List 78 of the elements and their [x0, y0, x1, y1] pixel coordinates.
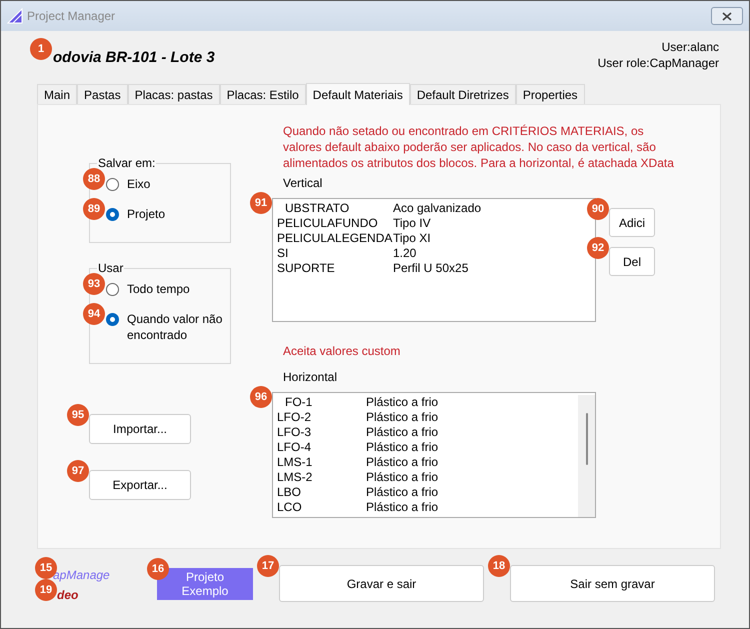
list-value: Plástico a frio — [366, 425, 438, 440]
radio-button[interactable] — [106, 178, 119, 191]
list-key: PELICULAFUNDO — [277, 216, 393, 231]
number-badge: 18 — [488, 555, 510, 577]
number-badge: 88 — [83, 168, 105, 190]
group-legend: Usar — [97, 261, 124, 275]
number-badge: 92 — [587, 237, 609, 259]
custom-note: Aceita valores custom — [283, 343, 402, 360]
number-badge: 94 — [83, 303, 105, 325]
radio-label: Eixo — [127, 176, 152, 192]
close-button[interactable] — [711, 7, 743, 25]
tab[interactable]: Main — [37, 84, 78, 104]
action-button[interactable]: Gravar e sair — [279, 565, 484, 602]
list-value: 1.20 — [393, 246, 416, 261]
list-key: SUPORTE — [277, 261, 393, 276]
close-icon — [722, 12, 732, 20]
list-value: Plástico a frio — [366, 485, 438, 500]
radio-label: Projeto — [127, 206, 166, 222]
action-button[interactable]: Del — [609, 247, 655, 276]
vertical-label: Vertical — [283, 175, 324, 192]
action-button[interactable]: Adici — [609, 208, 655, 237]
number-badge: 96 — [250, 386, 272, 408]
list-value: Aco galvanizado — [393, 201, 482, 216]
list-value: Tipo XI — [393, 231, 431, 246]
tab[interactable]: Placas: pastas — [128, 84, 220, 104]
number-badge: 97 — [67, 460, 89, 482]
scrollbar[interactable] — [578, 395, 595, 517]
list-value: Plástico a frio — [366, 455, 438, 470]
list-key: SI — [277, 246, 393, 261]
number-badge: 1 — [30, 38, 52, 60]
number-badge: 90 — [587, 198, 609, 220]
user-name: User:alanc — [662, 39, 719, 55]
list-key: LFO-4 — [277, 440, 366, 455]
group-legend: Salvar em: — [97, 156, 156, 170]
radio-label: Quando valor não encontrado — [127, 311, 224, 343]
action-button[interactable]: Sair sem gravar — [510, 565, 715, 602]
list-key: LCO — [277, 500, 366, 515]
list-value: Plástico a frio — [366, 410, 438, 425]
project-title: odovia BR-101 - Lote 3 — [53, 49, 215, 66]
number-badge: 16 — [147, 558, 169, 580]
window-title: Project Manager — [27, 8, 116, 25]
radio-label: Todo tempo — [127, 281, 191, 297]
app-logo-icon — [7, 8, 23, 24]
list-key: PELICULALEGENDA — [277, 231, 393, 246]
action-button[interactable]: Exportar... — [89, 470, 191, 500]
action-button[interactable]: Importar... — [89, 414, 191, 444]
number-badge: 89 — [83, 198, 105, 220]
tab[interactable]: Default Materiais — [306, 83, 410, 105]
number-badge: 91 — [250, 192, 272, 214]
notice-text: Quando não setado ou encontrado em CRITÉRIOS MATERIAIS, os valores default abaixo poderão ser aplicados. No caso da vertical, são alimentados os atributos dos blocos. Para a horizontal, é atachada XData — [283, 123, 675, 171]
list-value: Plástico a frio — [366, 470, 438, 485]
number-badge: 17 — [257, 555, 279, 577]
list-value: Plástico a frio — [366, 500, 438, 515]
list-key: LMS-2 — [277, 470, 366, 485]
radio-button[interactable] — [106, 283, 119, 296]
list-key: UBSTRATO — [277, 201, 393, 216]
list-value: Plástico a frio — [366, 440, 438, 455]
user-role: User role:CapManager — [598, 55, 719, 71]
tab[interactable]: Properties — [516, 84, 585, 104]
radio-button[interactable] — [106, 208, 119, 221]
list-key: LFO-3 — [277, 425, 366, 440]
list-value: Plástico a frio — [366, 395, 438, 410]
horizontal-list[interactable]: FO-1 Plástico a frio LFO-2 Plástico a frio LFO-3 Plástico a frio LFO-4 Plástico a frio LMS-1 Plástico a frio LMS-2 Plástico a frio LBO Plástico a frio LCO Plástico a frio — [272, 392, 596, 518]
tab[interactable]: Placas: Estilo — [220, 84, 306, 104]
list-value: Tipo IV — [393, 216, 431, 231]
tab[interactable]: Pastas — [77, 84, 128, 104]
tab[interactable]: Default Diretrizes — [410, 84, 516, 104]
list-key: LFO-2 — [277, 410, 366, 425]
list-key: LBO — [277, 485, 366, 500]
number-badge: 93 — [83, 273, 105, 295]
number-badge: 19 — [35, 579, 57, 601]
list-key: LMS-1 — [277, 455, 366, 470]
radio-button[interactable] — [106, 313, 119, 326]
list-value: Perfil U 50x25 — [393, 261, 468, 276]
list-key: FO-1 — [277, 395, 366, 410]
company-name: deo — [57, 588, 78, 602]
number-badge: 95 — [67, 404, 89, 426]
horizontal-label: Horizontal — [283, 369, 338, 386]
